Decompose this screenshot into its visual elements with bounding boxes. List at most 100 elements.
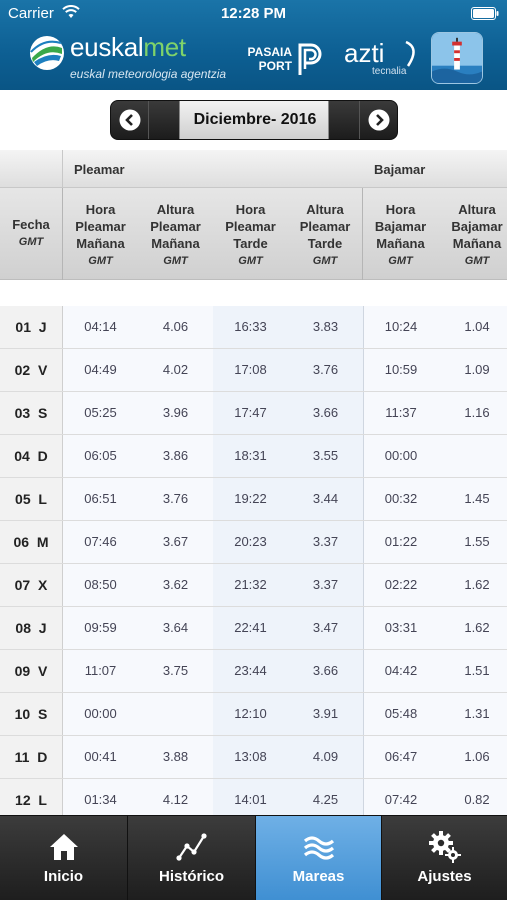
table-cell: 21:32	[213, 564, 288, 606]
table-cell: 06:47	[363, 736, 438, 778]
column-title: Hora Pleamar Tarde	[225, 202, 276, 251]
euskalmet-wordmark: euskalmet	[70, 32, 186, 63]
table-cell	[138, 693, 213, 735]
table-cell: 1.04	[438, 306, 507, 348]
table-cell: 05:48	[363, 693, 438, 735]
table-cell: 07:46	[63, 521, 138, 563]
tab-label: Ajustes	[417, 868, 472, 885]
table-row[interactable]: 03 S 05:25 3.96 17:47 3.66 11:37 1.16	[0, 392, 507, 435]
table-cell: 4.09	[288, 736, 363, 778]
table-cell: 3.76	[138, 478, 213, 520]
table-cell: 17:08	[213, 349, 288, 391]
date-cell: 09 V	[0, 650, 63, 692]
table-group-header: Pleamar Bajamar	[0, 150, 507, 188]
table-cell: 3.66	[288, 650, 363, 692]
column-subtitle: GMT	[312, 255, 338, 267]
tab-label: Histórico	[158, 868, 224, 885]
euskalmet-tagline: euskal meteorologia agentzia	[70, 67, 227, 81]
table-row[interactable]: 09 V 11:07 3.75 23:44 3.66 04:42 1.51	[0, 650, 507, 693]
table-cell: 10:24	[363, 306, 438, 348]
wordmark-part-b: met	[143, 32, 186, 62]
table-cell: 3.96	[138, 392, 213, 434]
table-cell: 04:49	[63, 349, 138, 391]
table-cell: 3.67	[138, 521, 213, 563]
table-cell: 04:14	[63, 306, 138, 348]
column-title: Hora Bajamar Mañana	[374, 202, 427, 251]
table-cell: 00:32	[363, 478, 438, 520]
tide-table[interactable]: Pleamar Bajamar Fecha GMT Hora Pleamar M…	[0, 150, 507, 815]
tab-label: Mareas	[292, 868, 345, 885]
table-cell: 01:22	[363, 521, 438, 563]
table-cell: 1.31	[438, 693, 507, 735]
pasaia-line2: PORT	[258, 59, 292, 73]
date-cell: 08 J	[0, 607, 63, 649]
column-header-fecha: Fecha GMT	[0, 188, 63, 280]
home-icon	[49, 834, 78, 860]
table-row[interactable]: 12 L 01:34 4.12 14:01 4.25 07:42 0.82	[0, 779, 507, 815]
table-cell: 18:31	[213, 435, 288, 477]
table-cell: 13:08	[213, 736, 288, 778]
table-cell: 04:42	[363, 650, 438, 692]
column-subtitle: GMT	[88, 255, 113, 267]
table-cell: 1.45	[438, 478, 507, 520]
table-cell: 16:33	[213, 306, 288, 348]
date-cell: 11 D	[0, 736, 63, 778]
pasaia-line1: PASAIA	[247, 45, 292, 59]
table-row[interactable]: 11 D 00:41 3.88 13:08 4.09 06:47 1.06	[0, 736, 507, 779]
month-selector: Diciembre- 2016	[110, 100, 398, 140]
tab-ajustes[interactable]: Ajustes	[382, 816, 507, 900]
status-bar: Carrier 12:28 PM	[0, 0, 507, 28]
table-row[interactable]: 06 M 07:46 3.67 20:23 3.37 01:22 1.55	[0, 521, 507, 564]
table-cell: 3.91	[288, 693, 363, 735]
wordmark-part-a: euskal	[70, 32, 144, 62]
table-cell: 01:34	[63, 779, 138, 815]
column-subtitle: GMT	[464, 255, 490, 267]
previous-month-button[interactable]	[111, 101, 149, 139]
waves-icon	[303, 836, 334, 860]
tab-bar: Inicio Histórico Mareas Ajustes	[0, 815, 507, 900]
table-row[interactable]: 04 D 06:05 3.86 18:31 3.55 00:00	[0, 435, 507, 478]
table-row[interactable]: 10 S 00:00 12:10 3.91 05:48 1.31	[0, 693, 507, 736]
table-cell: 00:41	[63, 736, 138, 778]
table-cell: 06:51	[63, 478, 138, 520]
azti-swoosh-icon	[405, 40, 415, 67]
date-cell: 10 S	[0, 693, 63, 735]
column-header-hora-pleamar-manana: Hora Pleamar Mañana GMT	[63, 188, 138, 280]
table-cell: 3.37	[288, 564, 363, 606]
table-cell: 19:22	[213, 478, 288, 520]
column-header-altura-bajamar-manana: Altura Bajamar Mañana GMT	[438, 188, 507, 280]
date-cell: 05 L	[0, 478, 63, 520]
table-cell: 3.55	[288, 435, 363, 477]
table-cell: 4.25	[288, 779, 363, 815]
tab-mareas[interactable]: Mareas	[256, 816, 382, 900]
table-row[interactable]: 02 V 04:49 4.02 17:08 3.76 10:59 1.09	[0, 349, 507, 392]
tab-historico[interactable]: Histórico	[128, 816, 256, 900]
next-month-button[interactable]	[359, 101, 397, 139]
azti-tecnalia-logo: azti tecnalia	[340, 38, 425, 78]
table-cell: 3.66	[288, 392, 363, 434]
table-row[interactable]: 01 J 04:14 4.06 16:33 3.83 10:24 1.04	[0, 306, 507, 349]
table-spacer	[0, 280, 507, 306]
column-header-altura-pleamar-manana: Altura Pleamar Mañana GMT	[138, 188, 213, 280]
month-label-box: Diciembre- 2016	[179, 101, 329, 139]
chevron-right-icon	[368, 109, 390, 131]
date-cell: 03 S	[0, 392, 63, 434]
table-cell: 22:41	[213, 607, 288, 649]
column-subtitle: GMT	[238, 255, 263, 267]
column-title: Altura Pleamar Tarde	[299, 202, 351, 251]
date-cell: 02 V	[0, 349, 63, 391]
table-row[interactable]: 08 J 09:59 3.64 22:41 3.47 03:31 1.62	[0, 607, 507, 650]
table-row[interactable]: 05 L 06:51 3.76 19:22 3.44 00:32 1.45	[0, 478, 507, 521]
table-cell: 1.62	[438, 607, 507, 649]
table-row[interactable]: 07 X 08:50 3.62 21:32 3.37 02:22 1.62	[0, 564, 507, 607]
table-cell: 1.51	[438, 650, 507, 692]
group-header-spacer	[0, 150, 63, 188]
tab-label: Inicio	[43, 868, 84, 885]
column-subtitle: GMT	[163, 255, 188, 267]
tab-inicio[interactable]: Inicio	[0, 816, 128, 900]
lighthouse-app-icon	[431, 32, 483, 84]
gears-icon	[428, 831, 461, 863]
euskalmet-logo: euskalmet euskal meteorologia agentzia	[28, 32, 238, 84]
pasaia-p-icon	[298, 43, 322, 75]
table-cell: 11:37	[363, 392, 438, 434]
